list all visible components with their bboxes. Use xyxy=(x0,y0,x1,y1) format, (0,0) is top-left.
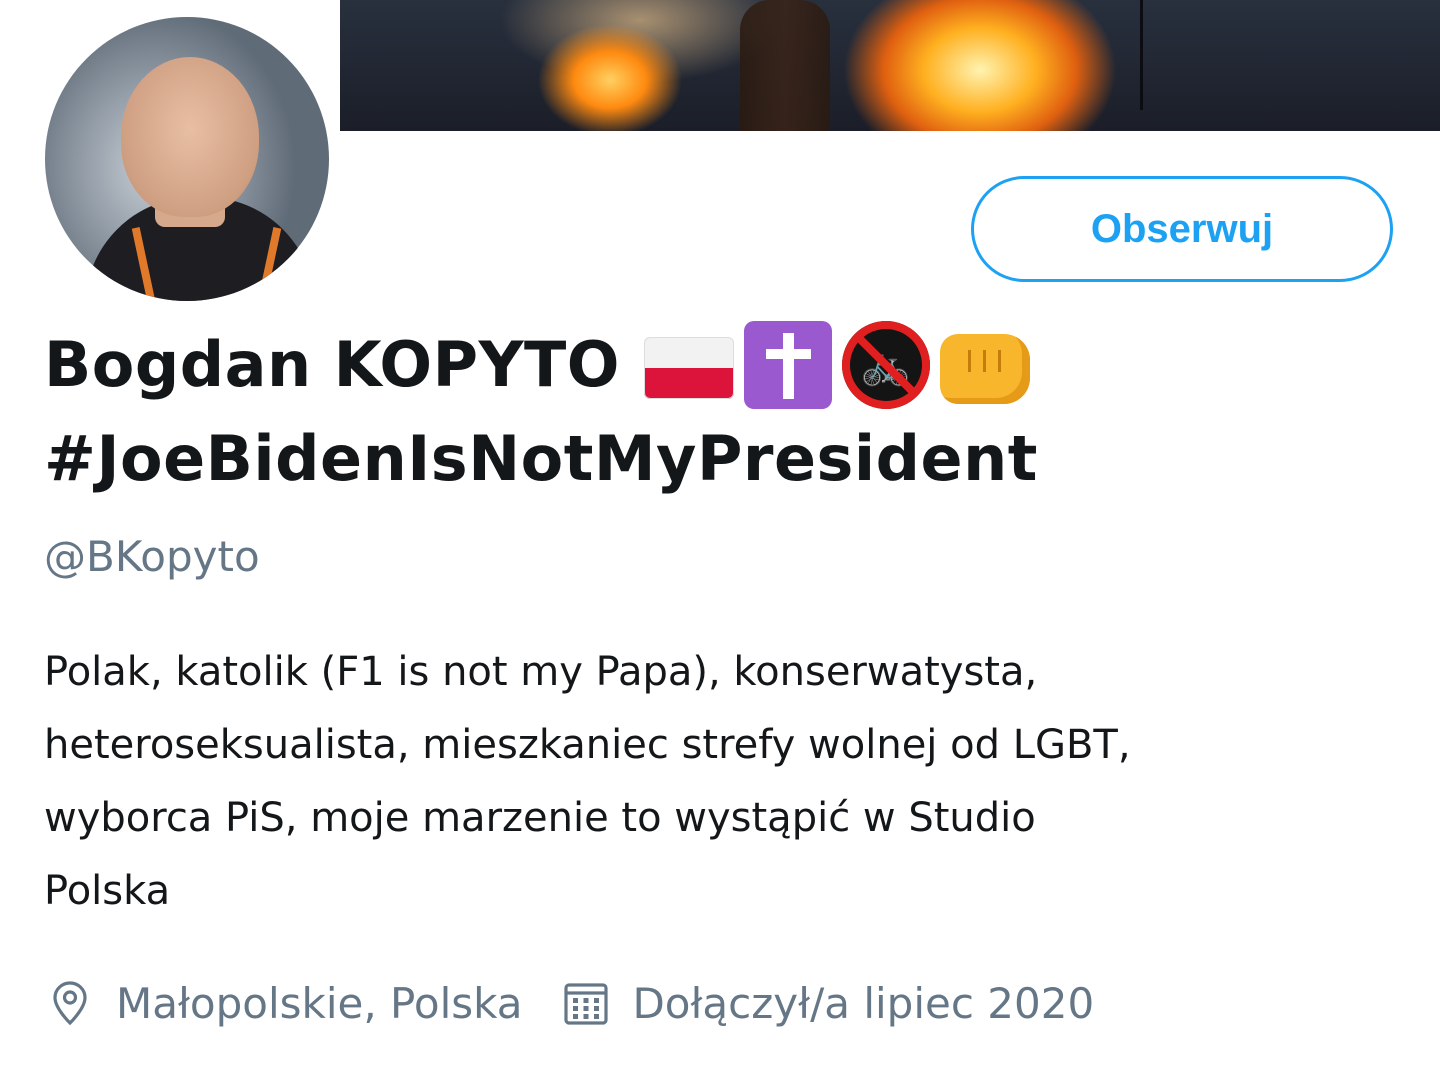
profile-meta-row: Małopolskie, Polska Dołączył/a lipiec 20… xyxy=(46,968,1094,1038)
avatar-head xyxy=(121,57,259,217)
profile-joined-date: Dołączył/a lipiec 2020 xyxy=(562,979,1094,1028)
follow-button[interactable]: Obserwuj xyxy=(971,176,1393,282)
name-emoji-row: 🚲 xyxy=(643,321,1030,409)
avatar-photo xyxy=(45,17,329,301)
bio-line: wyborca PiS, moje marzenie to wystąpić w… xyxy=(44,795,1036,841)
display-name-text: Bogdan KOPYTO xyxy=(44,328,620,401)
bio-line: Polska xyxy=(44,868,171,914)
display-name-hashtag: #JoeBidenIsNotMyPresident xyxy=(44,422,1038,495)
profile-page: Obserwuj Bogdan KOPYTO 🚲 #JoeBidenIsNotM… xyxy=(0,0,1440,1079)
bio-line: Polak, katolik (F1 is not my Papa), kons… xyxy=(44,649,1038,695)
profile-bio: Polak, katolik (F1 is not my Papa), kons… xyxy=(44,636,1404,928)
latin-cross-icon xyxy=(743,321,832,409)
profile-avatar[interactable] xyxy=(33,5,341,313)
display-name-line: Bogdan KOPYTO 🚲 xyxy=(44,318,1404,412)
profile-handle: @BKopyto xyxy=(44,532,260,581)
display-name: Bogdan KOPYTO 🚲 #JoeBidenIsNotMyPresiden… xyxy=(44,318,1404,506)
banner-pole xyxy=(1140,0,1143,110)
location-text: Małopolskie, Polska xyxy=(116,978,523,1028)
location-pin-icon xyxy=(53,981,87,1026)
banner-photo xyxy=(340,0,1440,131)
oncoming-fist-icon xyxy=(939,334,1030,404)
calendar-icon xyxy=(564,983,609,1025)
no-bicycles-icon: 🚲 xyxy=(841,321,930,409)
banner-figure xyxy=(740,0,830,131)
poland-flag-icon xyxy=(643,337,734,399)
profile-location: Małopolskie, Polska xyxy=(46,979,522,1028)
bio-line: heteroseksualista, mieszkaniec strefy wo… xyxy=(44,722,1131,768)
display-name-hashtag-line: #JoeBidenIsNotMyPresident xyxy=(44,412,1404,506)
joined-text: Dołączył/a lipiec 2020 xyxy=(632,978,1095,1028)
